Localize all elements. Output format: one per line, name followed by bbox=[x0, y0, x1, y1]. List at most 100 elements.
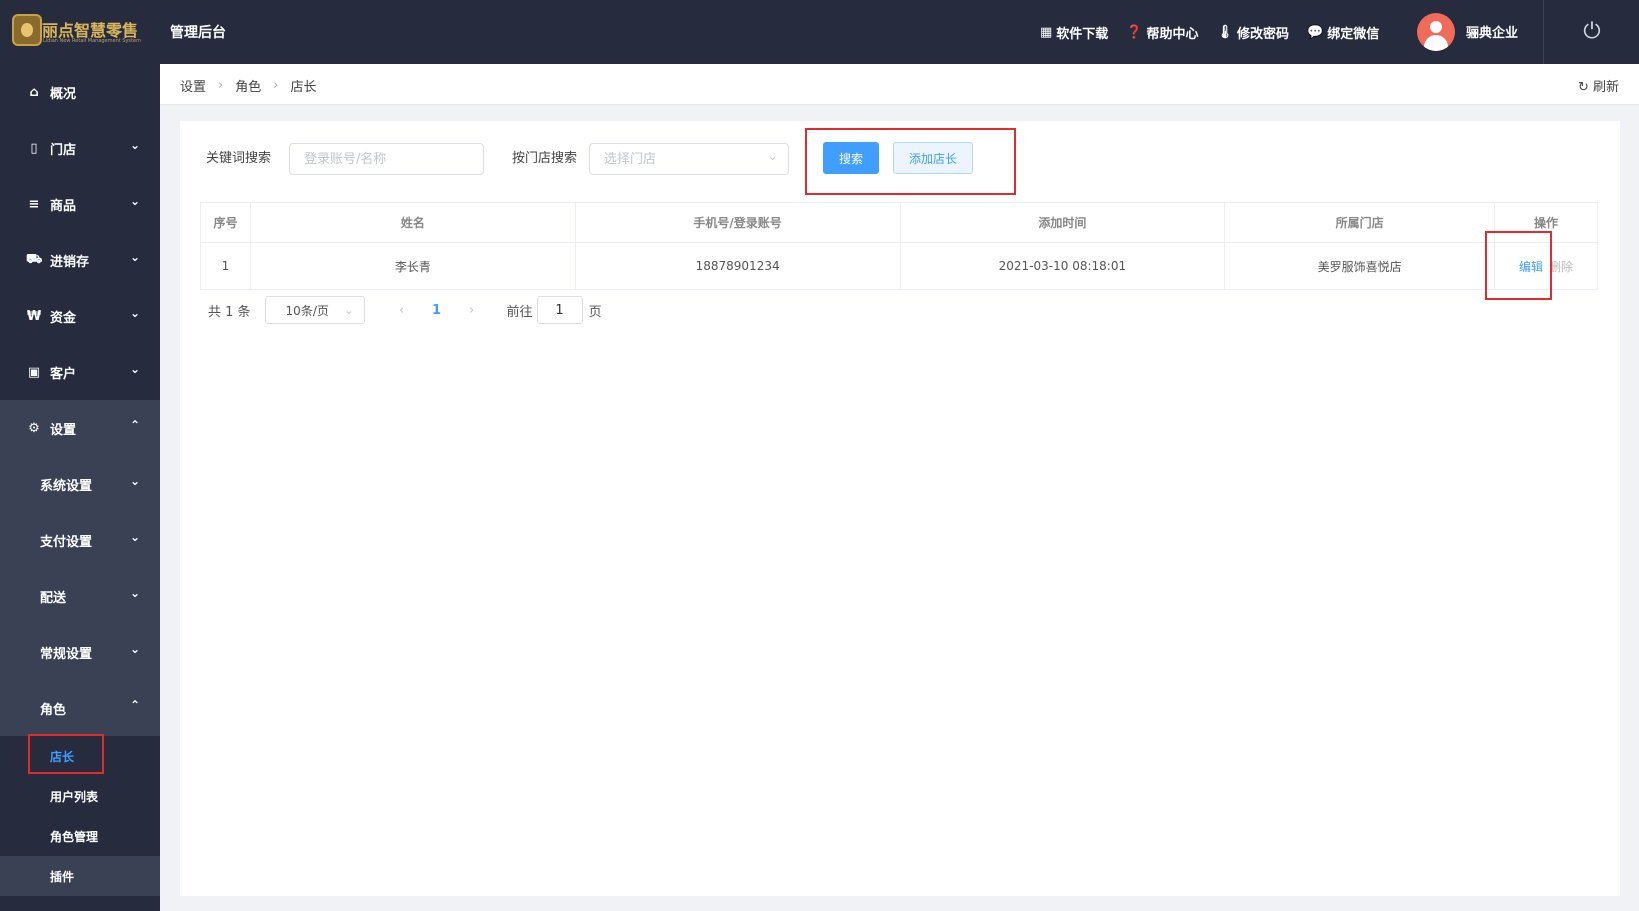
sidebar-item-label: 用户列表 bbox=[50, 789, 99, 804]
chevron-down-icon: ⌄ bbox=[129, 194, 140, 208]
chevron-up-icon: ⌃ bbox=[129, 418, 140, 432]
breadcrumb-bar: 设置 › 角色 › 店长 ↻ 刷新 bbox=[160, 64, 1639, 105]
logo-subtitle: Lidian New Retail Management System bbox=[43, 38, 141, 44]
chevron-down-icon: ⌄ bbox=[129, 362, 140, 376]
sidebar-item-user-list[interactable]: 用户列表 bbox=[0, 776, 160, 816]
keyword-search-label: 关键词搜索 bbox=[206, 151, 272, 166]
annotation-highlight-box bbox=[805, 128, 1016, 195]
keyword-search-input[interactable] bbox=[289, 143, 484, 175]
logo-icon bbox=[12, 14, 42, 46]
chevron-down-icon: ⌄ bbox=[129, 250, 140, 264]
main-panel: 关键词搜索 按门店搜索 ⌄ 搜索 添加店长 序号 姓名 手机号/登录账号 添加时… bbox=[180, 121, 1620, 896]
table-row: 1 李长青 18878901234 2021-03-10 08:18:01 美罗… bbox=[200, 242, 1598, 290]
annotation-highlight-box bbox=[1485, 231, 1552, 300]
truck-icon: ⛟ bbox=[26, 251, 43, 267]
store-icon: ▦ bbox=[1040, 24, 1053, 40]
row-index: 1 bbox=[200, 242, 251, 290]
sidebar-item-label: 设置 bbox=[50, 422, 77, 438]
sidebar-item-payment-settings[interactable]: 支付设置 ⌄ bbox=[0, 512, 160, 568]
won-icon: ₩ bbox=[26, 308, 42, 324]
sidebar-item-label: 配送 bbox=[40, 590, 67, 606]
sidebar-item-overview[interactable]: ⌂ 概况 bbox=[0, 64, 160, 120]
store-select[interactable] bbox=[589, 143, 789, 175]
power-icon[interactable]: ⏻ bbox=[1580, 20, 1604, 44]
help-center-link[interactable]: ❓ 帮助中心 bbox=[1126, 23, 1198, 42]
goto-page-input[interactable] bbox=[536, 296, 583, 324]
company-name[interactable]: 骊典企业 bbox=[1466, 22, 1518, 41]
sidebar-item-label: 概况 bbox=[50, 86, 77, 102]
top-link-label: 帮助中心 bbox=[1146, 26, 1199, 42]
chevron-up-icon: ⌃ bbox=[129, 698, 140, 712]
change-password-link[interactable]: 🌡 修改密码 bbox=[1217, 23, 1290, 42]
sidebar-item-products[interactable]: ≡ 商品 ⌄ bbox=[0, 176, 160, 232]
sidebar-item-roles[interactable]: 角色 ⌃ bbox=[0, 680, 160, 736]
page-size-value: 10条/页 bbox=[285, 303, 329, 318]
software-download-link[interactable]: ▦ 软件下载 bbox=[1040, 23, 1108, 42]
document-icon: ▯ bbox=[30, 140, 38, 156]
breadcrumb-item: 店长 bbox=[290, 80, 317, 95]
top-links: ▦ 软件下载 ❓ 帮助中心 🌡 修改密码 💬 绑定微信 bbox=[1040, 22, 1397, 42]
refresh-button[interactable]: ↻ 刷新 bbox=[1578, 76, 1619, 95]
sidebar-item-system-settings[interactable]: 系统设置 ⌄ bbox=[0, 456, 160, 512]
chevron-down-icon: ⌄ bbox=[768, 150, 778, 163]
delete-button[interactable]: 删除 bbox=[1549, 260, 1573, 274]
total-count: 共 1 条 bbox=[208, 304, 251, 320]
top-header: 丽点智慧零售 Lidian New Retail Management Syst… bbox=[0, 0, 1639, 64]
sidebar-item-label: 资金 bbox=[50, 310, 77, 326]
logo[interactable]: 丽点智慧零售 Lidian New Retail Management Syst… bbox=[12, 14, 141, 48]
sidebar-item-label: 角色 bbox=[40, 702, 67, 718]
chevron-down-icon: ⌄ bbox=[129, 474, 140, 488]
next-page-button[interactable]: › bbox=[457, 303, 487, 318]
chevron-down-icon: ⌄ bbox=[344, 303, 354, 317]
table-header-row: 序号 姓名 手机号/登录账号 添加时间 所属门店 操作 bbox=[200, 202, 1598, 243]
wechat-icon: 💬 bbox=[1307, 24, 1324, 40]
bind-wechat-link[interactable]: 💬 绑定微信 bbox=[1307, 23, 1379, 42]
page-number[interactable]: 1 bbox=[417, 303, 457, 318]
sidebar-item-delivery[interactable]: 配送 ⌄ bbox=[0, 568, 160, 624]
sidebar-item-label: 门店 bbox=[50, 142, 77, 158]
top-link-label: 修改密码 bbox=[1237, 26, 1290, 42]
refresh-icon: ↻ bbox=[1577, 80, 1589, 95]
sidebar-item-label: 支付设置 bbox=[40, 534, 93, 550]
sidebar-item-label: 进销存 bbox=[50, 254, 90, 270]
page-size-select[interactable]: 10条/页 ⌄ bbox=[264, 296, 365, 324]
page-unit-label: 页 bbox=[588, 304, 602, 320]
chevron-right-icon: › bbox=[273, 78, 279, 93]
sidebar-item-general-settings[interactable]: 常规设置 ⌄ bbox=[0, 624, 160, 680]
store-manager-table: 序号 姓名 手机号/登录账号 添加时间 所属门店 操作 1 李长青 188789… bbox=[200, 202, 1598, 290]
breadcrumb: 设置 › 角色 › 店长 bbox=[180, 76, 316, 95]
sidebar-item-inventory[interactable]: ⛟ 进销存 ⌄ bbox=[0, 232, 160, 288]
column-header: 序号 bbox=[200, 202, 251, 243]
chevron-right-icon: › bbox=[218, 78, 224, 93]
store-search-label: 按门店搜索 bbox=[512, 151, 578, 166]
chevron-down-icon: ⌄ bbox=[129, 530, 140, 544]
row-phone: 18878901234 bbox=[574, 242, 901, 290]
sidebar-item-label: 角色管理 bbox=[50, 829, 99, 844]
menu-icon: ≡ bbox=[28, 196, 40, 212]
chevron-down-icon: ⌄ bbox=[129, 642, 140, 656]
sidebar-item-plugins[interactable]: 插件 bbox=[0, 856, 160, 896]
goto-label: 前往 bbox=[506, 304, 533, 320]
row-added-time: 2021-03-10 08:18:01 bbox=[899, 242, 1226, 290]
breadcrumb-item[interactable]: 角色 bbox=[235, 76, 261, 95]
sidebar-item-role-management[interactable]: 角色管理 bbox=[0, 816, 160, 856]
sidebar-item-label: 插件 bbox=[50, 869, 75, 884]
header-divider bbox=[1543, 0, 1544, 64]
avatar[interactable] bbox=[1417, 13, 1455, 51]
prev-page-button[interactable]: ‹ bbox=[387, 303, 417, 318]
row-store: 美罗服饰喜悦店 bbox=[1224, 242, 1496, 290]
sidebar-item-label: 系统设置 bbox=[40, 478, 93, 494]
home-icon: ⌂ bbox=[29, 84, 39, 100]
sidebar-item-stores[interactable]: ▯ 门店 ⌄ bbox=[0, 120, 160, 176]
gear-icon: ⚙ bbox=[28, 420, 40, 436]
sidebar-item-customers[interactable]: ▣ 客户 ⌄ bbox=[0, 344, 160, 400]
row-name: 李长青 bbox=[249, 242, 576, 290]
id-card-icon: ▣ bbox=[27, 364, 41, 380]
column-header: 添加时间 bbox=[899, 202, 1226, 243]
breadcrumb-item[interactable]: 设置 bbox=[180, 76, 206, 95]
sidebar-item-settings[interactable]: ⚙ 设置 ⌃ bbox=[0, 400, 160, 456]
column-header: 姓名 bbox=[249, 202, 576, 243]
sidebar-item-funds[interactable]: ₩ 资金 ⌄ bbox=[0, 288, 160, 344]
top-link-label: 软件下载 bbox=[1056, 26, 1109, 42]
sidebar-item-label: 常规设置 bbox=[40, 646, 93, 662]
